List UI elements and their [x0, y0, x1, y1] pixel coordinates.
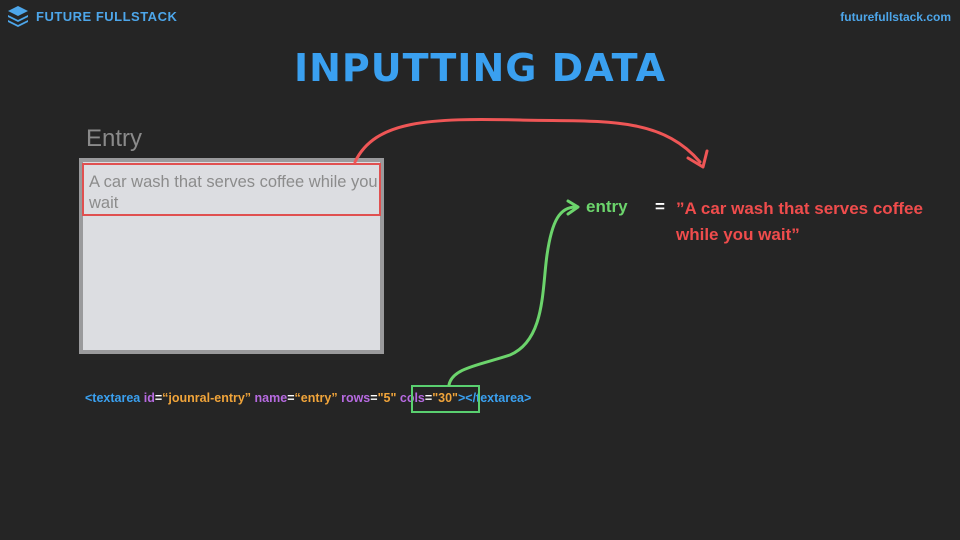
arrows-overlay: [353, 117, 709, 387]
green-arrow: [447, 205, 578, 387]
red-arrow: [353, 117, 702, 164]
